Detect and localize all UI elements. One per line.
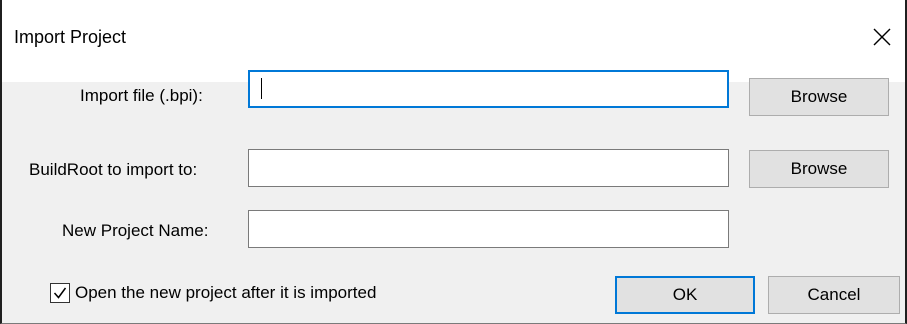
close-button[interactable]	[859, 16, 905, 58]
open-after-import-option[interactable]: Open the new project after it is importe…	[50, 283, 376, 303]
project-name-label: New Project Name:	[62, 221, 209, 240]
import-file-input[interactable]	[248, 70, 729, 108]
open-after-import-label: Open the new project after it is importe…	[75, 283, 377, 302]
checkmark-icon	[53, 287, 67, 299]
dialog-title: Import Project	[14, 27, 127, 47]
open-after-import-checkbox[interactable]	[50, 283, 70, 303]
import-file-label: Import file (.bpi):	[80, 86, 203, 105]
browse-import-file-button[interactable]: Browse	[749, 78, 889, 116]
cancel-button[interactable]: Cancel	[768, 276, 900, 314]
project-name-input[interactable]	[248, 210, 729, 248]
browse-buildroot-button[interactable]: Browse	[749, 150, 889, 188]
import-project-dialog: Import Project Import file (.bpi): Brows…	[0, 0, 907, 324]
close-icon	[873, 28, 891, 46]
buildroot-label: BuildRoot to import to:	[29, 160, 198, 179]
text-caret	[261, 78, 262, 99]
ok-button[interactable]: OK	[615, 276, 755, 314]
buildroot-input[interactable]	[248, 149, 729, 187]
